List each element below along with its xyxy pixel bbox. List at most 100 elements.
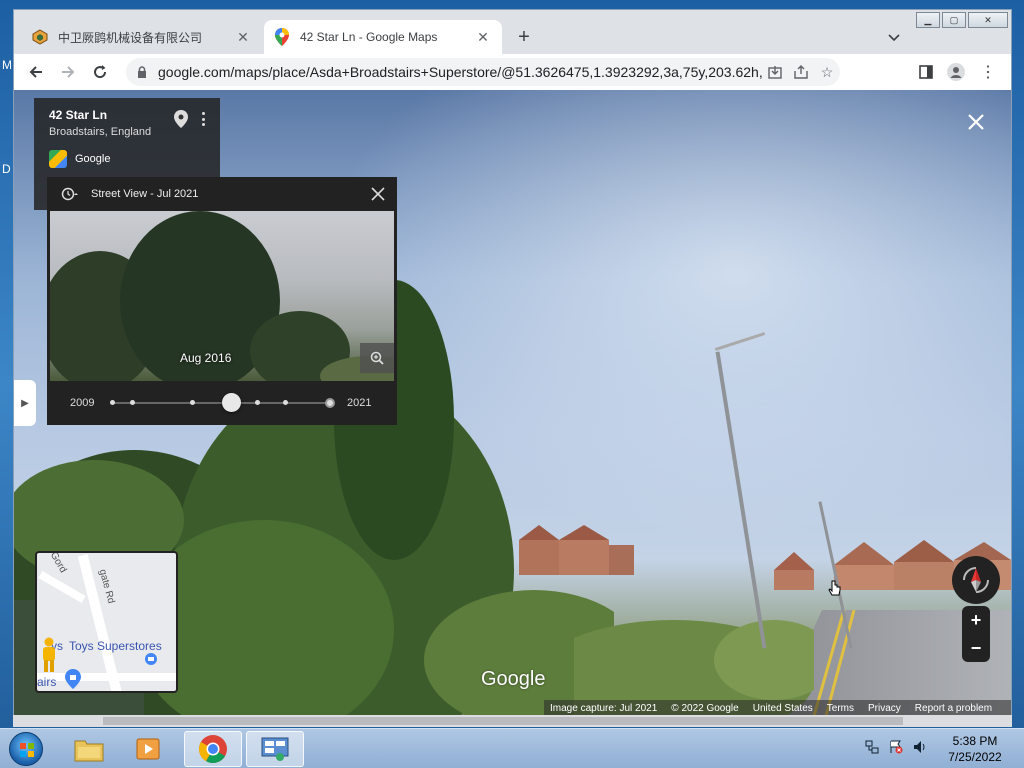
volume-icon[interactable]: [912, 739, 928, 755]
tab-google-maps[interactable]: 42 Star Ln - Google Maps ✕: [264, 20, 502, 54]
bushes-scenery: [574, 620, 814, 716]
history-icon[interactable]: [61, 185, 79, 203]
pegman-icon[interactable]: [39, 637, 59, 673]
desktop-label-d: D: [2, 162, 11, 176]
store-icon[interactable]: [145, 653, 157, 665]
minimap-street-label: gate Rd: [96, 568, 117, 605]
slider-track[interactable]: [111, 402, 331, 404]
address-title: 42 Star Ln: [49, 108, 108, 122]
slider-thumb[interactable]: [222, 393, 241, 412]
slider-start-year: 2009: [70, 397, 95, 409]
slider-stop[interactable]: [190, 400, 195, 405]
folder-icon: [74, 740, 104, 762]
more-menu-icon[interactable]: ⋮: [976, 60, 1000, 84]
slider-stop[interactable]: [283, 400, 288, 405]
media-player-taskbar-button[interactable]: [120, 731, 178, 767]
image-capture-date: Image capture: Jul 2021: [550, 702, 658, 714]
historical-preview-image[interactable]: Aug 2016: [50, 211, 394, 381]
google-source[interactable]: Google: [49, 150, 110, 168]
minimap[interactable]: gate Rd Gord ys Toys Superstores airs: [35, 551, 178, 693]
close-street-view-icon[interactable]: [966, 112, 986, 132]
url-text: google.com/maps/place/Asda+Broadstairs+S…: [158, 64, 762, 80]
lock-icon: [136, 65, 148, 79]
company-favicon-icon: [32, 29, 48, 45]
copyright: © 2022 Google: [671, 702, 739, 714]
close-time-travel-icon[interactable]: [369, 185, 387, 203]
address-bar[interactable]: google.com/maps/place/Asda+Broadstairs+S…: [126, 58, 840, 86]
chevron-down-icon[interactable]: [884, 28, 904, 48]
clock-time: 5:38 PM: [952, 734, 998, 748]
compass-icon[interactable]: [952, 556, 1000, 604]
slider-stop[interactable]: [110, 400, 115, 405]
zoom-preview-icon[interactable]: [360, 343, 394, 373]
system-tray: [864, 739, 928, 755]
network-app-icon: [261, 737, 289, 761]
maximize-button[interactable]: ▢: [942, 12, 966, 28]
terms-link[interactable]: Terms: [827, 703, 854, 714]
close-window-button[interactable]: ✕: [968, 12, 1008, 28]
side-panel-icon[interactable]: [914, 60, 938, 84]
minimap-road: [37, 673, 176, 681]
horizontal-scrollbar[interactable]: [13, 715, 1012, 727]
new-tab-icon[interactable]: +: [512, 25, 536, 49]
install-icon[interactable]: [762, 60, 788, 84]
slider-current-stop[interactable]: [325, 398, 335, 408]
source-label: Google: [75, 153, 111, 165]
tab-close-icon[interactable]: ✕: [234, 28, 252, 46]
forward-arrow-icon[interactable]: [56, 60, 80, 84]
profile-avatar-icon[interactable]: [944, 60, 968, 84]
tab-strip: 中卫厥鹍机械设备有限公司 ✕ 42 Star Ln - Google Maps …: [14, 10, 1011, 54]
address-subtitle: Broadstairs, England: [49, 126, 152, 138]
tab-title: 中卫厥鹍机械设备有限公司: [58, 30, 203, 45]
privacy-link[interactable]: Privacy: [868, 703, 901, 714]
more-options-icon[interactable]: [198, 110, 208, 128]
reload-icon[interactable]: [88, 60, 112, 84]
chevron-right-icon: ▶: [21, 397, 29, 409]
report-problem-link[interactable]: Report a problem: [915, 703, 992, 714]
expand-panel-button[interactable]: ▶: [14, 380, 36, 426]
browser-window: 中卫厥鹍机械设备有限公司 ✕ 42 Star Ln - Google Maps …: [13, 9, 1012, 716]
time-travel-title: Street View - Jul 2021: [91, 188, 199, 200]
slider-stop[interactable]: [255, 400, 260, 405]
date-slider[interactable]: 2009 2021: [47, 381, 397, 425]
bookmark-star-icon[interactable]: ☆: [814, 60, 840, 84]
control-panel-taskbar-button[interactable]: [246, 731, 304, 767]
media-player-icon: [136, 738, 160, 760]
shopping-pin-icon[interactable]: [65, 669, 81, 689]
minimap-corner-label: airs: [37, 675, 57, 689]
slider-stop[interactable]: [130, 400, 135, 405]
explorer-taskbar-button[interactable]: [60, 731, 118, 767]
action-center-flag-icon[interactable]: [888, 739, 904, 755]
back-arrow-icon[interactable]: [24, 60, 48, 84]
street-view-panorama[interactable]: 42 Star Ln Broadstairs, England Google S…: [14, 90, 1011, 716]
network-icon[interactable]: [864, 739, 880, 755]
zoom-out-icon[interactable]: −: [962, 634, 990, 662]
tab-title: 42 Star Ln - Google Maps: [300, 30, 438, 44]
start-button[interactable]: [4, 731, 48, 767]
time-travel-header[interactable]: Street View - Jul 2021: [47, 177, 397, 211]
minimap-street-label: Gord: [47, 551, 69, 575]
system-clock[interactable]: 5:38 PM 7/25/2022: [940, 733, 1010, 765]
taskbar: 5:38 PM 7/25/2022: [0, 728, 1024, 768]
google-maps-logo-icon: [49, 150, 67, 168]
browser-toolbar: google.com/maps/place/Asda+Broadstairs+S…: [14, 54, 1011, 90]
tab-close-icon[interactable]: ✕: [474, 28, 492, 46]
google-maps-favicon-icon: [274, 28, 290, 46]
desktop-label-m: M: [2, 58, 12, 72]
clock-date: 7/25/2022: [948, 750, 1002, 764]
chrome-icon: [199, 735, 227, 763]
minimap-place-label[interactable]: Toys Superstores: [69, 639, 162, 653]
location-pin-icon[interactable]: [174, 110, 188, 128]
time-travel-panel: Street View - Jul 2021 Aug 2016 2009 202…: [47, 177, 397, 425]
zoom-controls: + −: [962, 606, 990, 662]
windows-logo-icon: [9, 732, 43, 766]
minimap-road: [38, 571, 86, 603]
scrollbar-thumb[interactable]: [103, 717, 903, 725]
share-icon[interactable]: [788, 60, 814, 84]
slider-end-year: 2021: [347, 397, 372, 409]
minimize-button[interactable]: ▁: [916, 12, 940, 28]
zoom-in-icon[interactable]: +: [962, 606, 990, 634]
chrome-taskbar-button[interactable]: [184, 731, 242, 767]
country-link[interactable]: United States: [753, 703, 813, 714]
tab-company[interactable]: 中卫厥鹍机械设备有限公司 ✕: [22, 20, 262, 54]
